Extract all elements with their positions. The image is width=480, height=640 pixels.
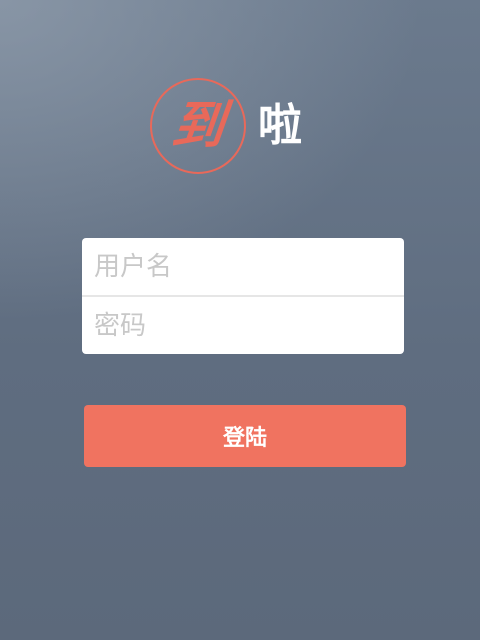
logo-text: 啦 [258, 100, 302, 151]
login-form [82, 238, 404, 354]
logo-seal-icon: 到 [150, 78, 246, 174]
app-logo: 到 啦 [150, 76, 302, 176]
login-screen: 到 啦 登陆 [0, 0, 480, 640]
username-input[interactable] [82, 238, 404, 295]
login-button[interactable]: 登陆 [84, 405, 406, 467]
password-input[interactable] [82, 297, 404, 354]
logo-seal-char: 到 [168, 96, 228, 156]
